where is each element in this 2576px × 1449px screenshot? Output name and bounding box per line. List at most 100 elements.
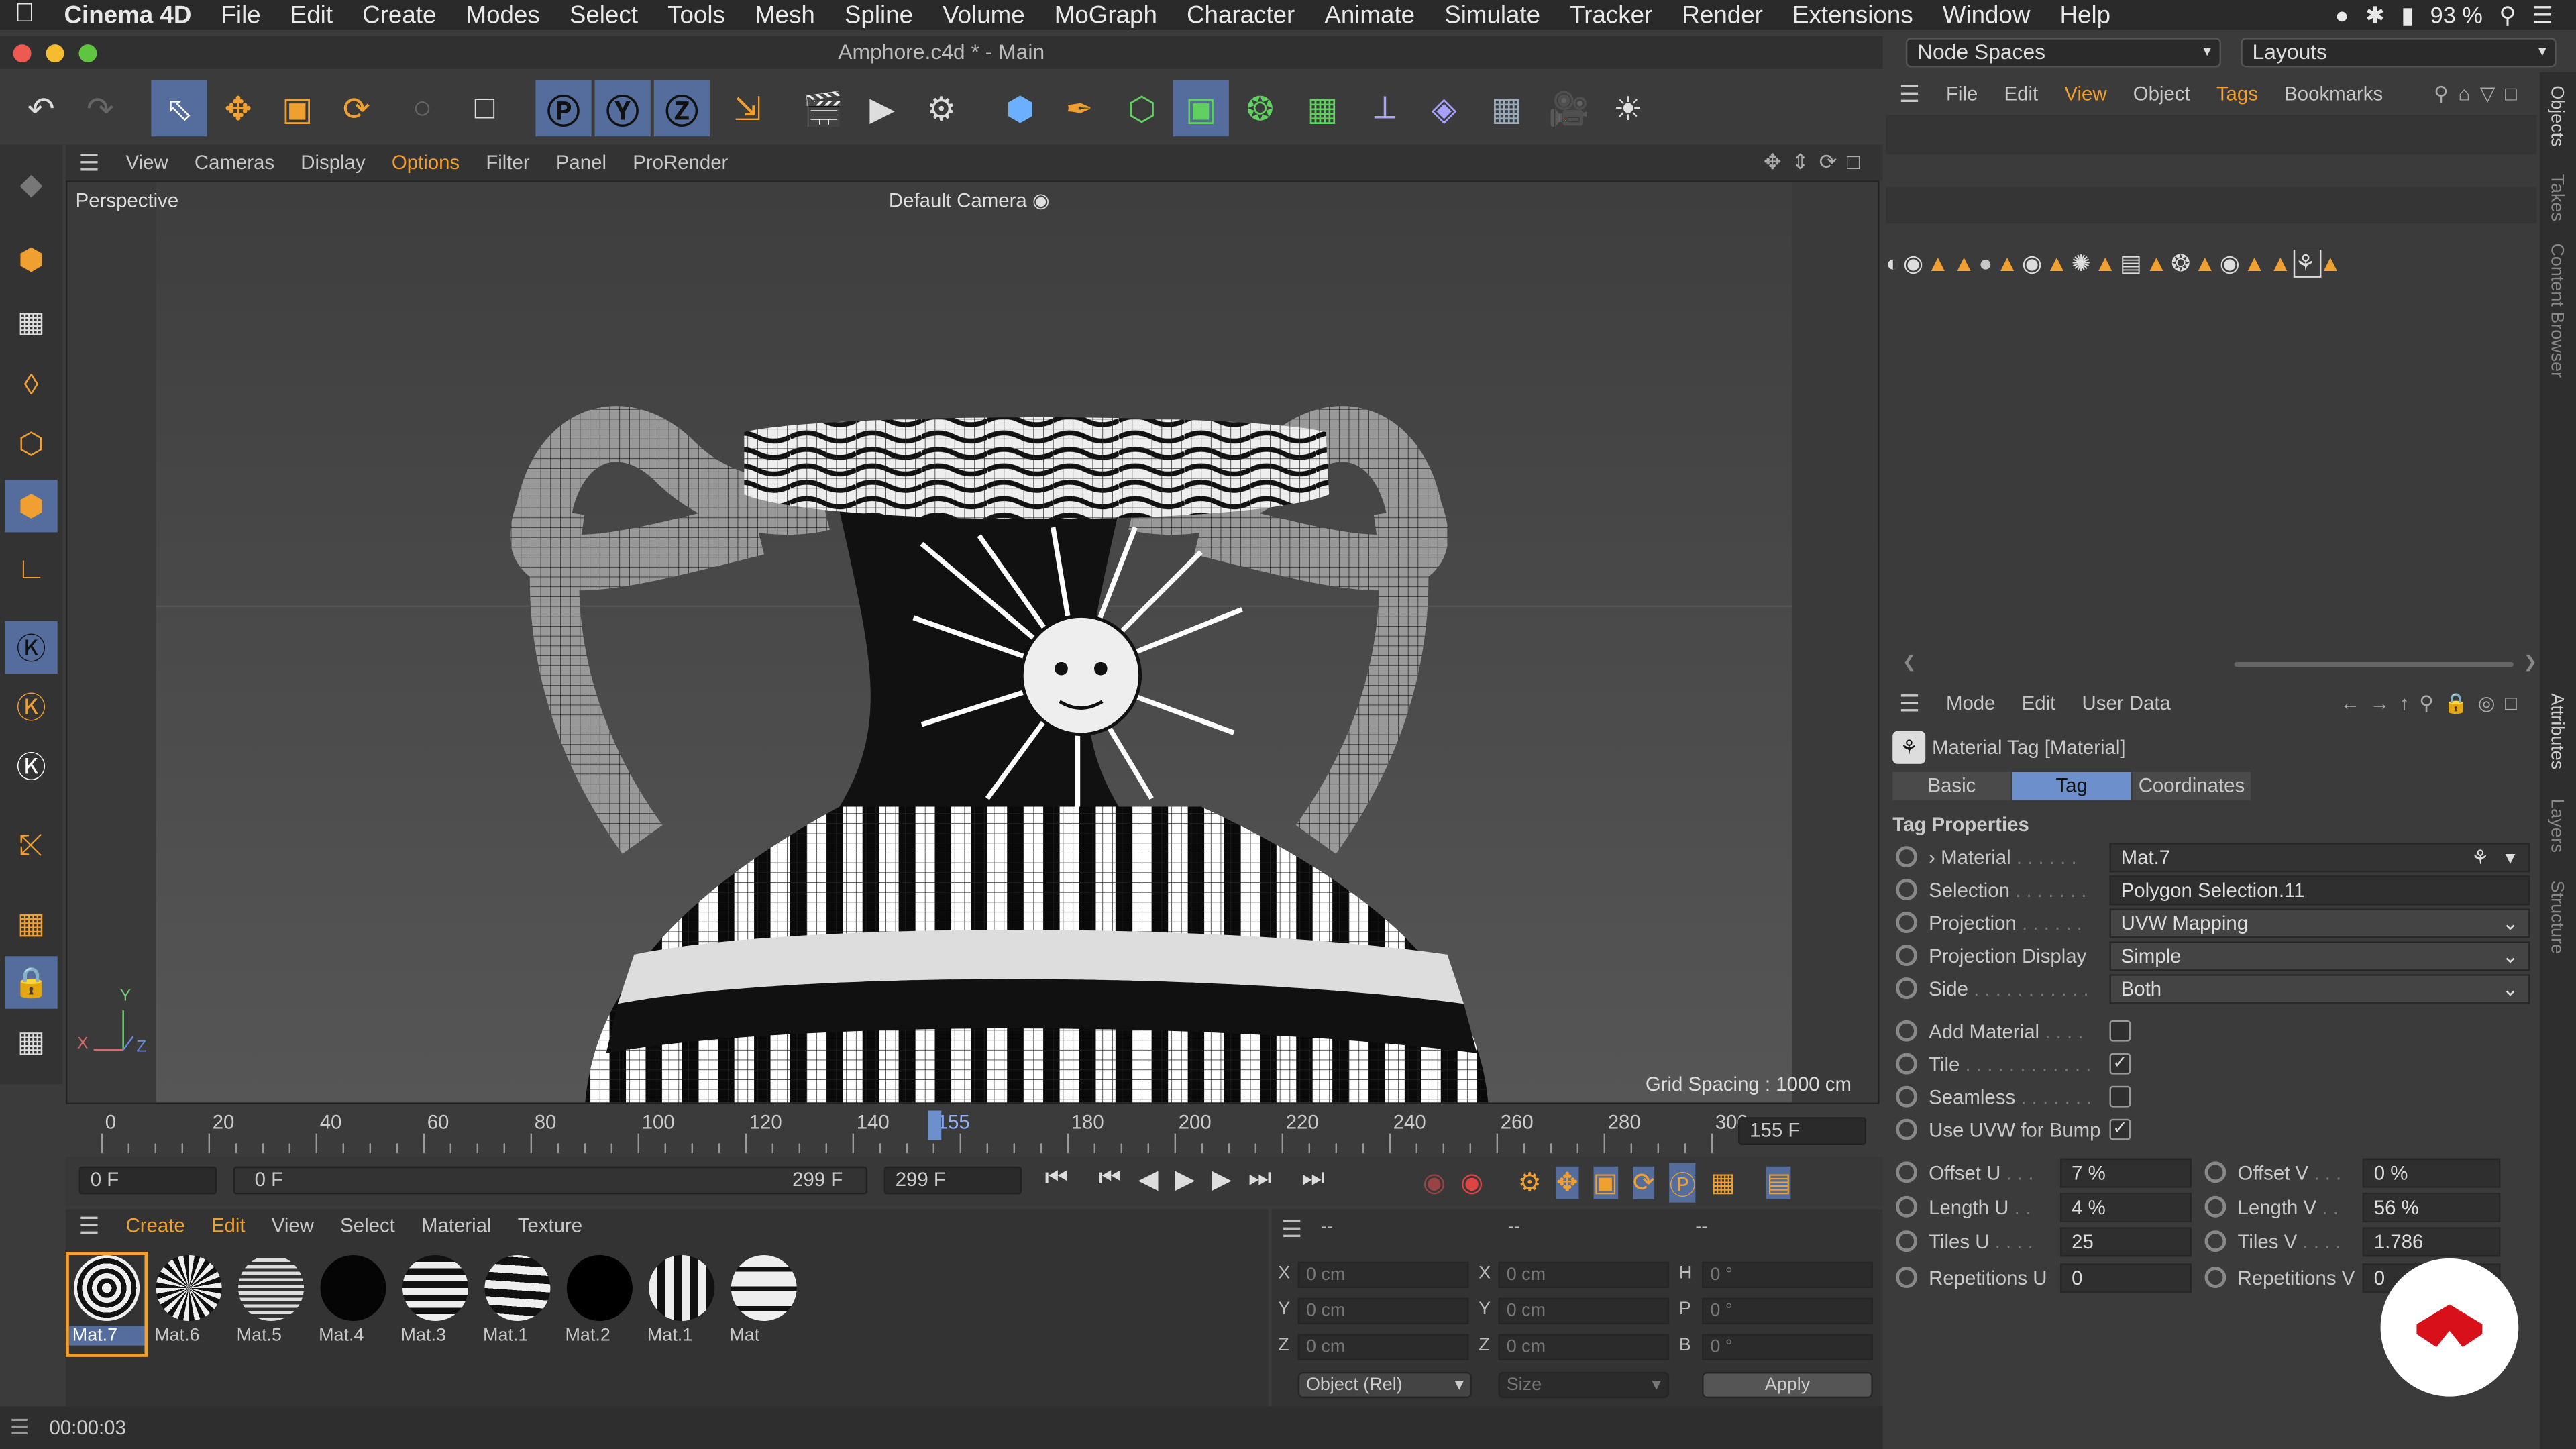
length-v-field[interactable]: 56 % <box>2362 1192 2501 1223</box>
selection-tag-icon[interactable]: ▲ <box>2194 250 2220 276</box>
material-swatch[interactable]: Mat.6 <box>151 1255 227 1354</box>
snap-settings-icon[interactable]: Ⓚ <box>5 680 57 733</box>
animate-toggle-icon[interactable] <box>1896 1118 1917 1140</box>
material-tag-icon[interactable]: ▤ <box>2120 250 2145 276</box>
viewport-menu-filter[interactable]: Filter <box>473 145 543 181</box>
size-y-field[interactable]: 0 cm <box>1498 1297 1670 1324</box>
material-swatch[interactable]: Mat <box>726 1255 802 1354</box>
length-u-field[interactable]: 4 % <box>2060 1192 2192 1223</box>
tile-checkbox[interactable]: ✓ <box>2109 1053 2131 1075</box>
attribute-menu-edit[interactable]: Edit <box>2008 692 2069 714</box>
rep-u-field[interactable]: 0 <box>2060 1263 2192 1293</box>
attribute-nav-icons[interactable]: ←→↑⚲🔒◎□ <box>2341 692 2527 714</box>
selection-field[interactable]: Polygon Selection.11 <box>2109 875 2530 906</box>
rot-b-field[interactable]: 0 ° <box>1702 1334 1873 1360</box>
snap-icon[interactable]: Ⓚ <box>5 621 58 674</box>
side-tab-attributes[interactable]: Attributes <box>2546 693 2566 769</box>
material-tag-icon[interactable]: ✺ <box>2072 250 2094 276</box>
animate-toggle-icon[interactable] <box>1896 879 1917 901</box>
select-tools-icon[interactable]: □ <box>457 80 513 136</box>
material-swatch[interactable]: Mat.1 <box>644 1255 720 1354</box>
object-menu-edit[interactable]: Edit <box>1991 82 2051 105</box>
redo-icon[interactable]: ↷ <box>72 80 128 136</box>
object-menu-object[interactable]: Object <box>2120 82 2203 105</box>
playhead[interactable] <box>928 1110 942 1140</box>
move-icon[interactable]: ✥ <box>210 80 266 136</box>
size-mode-dropdown[interactable]: Size ▾ <box>1498 1371 1670 1399</box>
size-z-field[interactable]: 0 cm <box>1498 1334 1670 1360</box>
material-link-field[interactable]: Mat.7 ⚘ ▾ <box>2109 843 2530 873</box>
material-swatch[interactable]: Mat.3 <box>398 1255 474 1354</box>
material-tag-icon[interactable]: ● <box>1979 250 1996 276</box>
extrude-icon[interactable]: ▣ <box>1173 80 1229 137</box>
viewport-menu-display[interactable]: Display <box>288 145 379 181</box>
menu-tracker[interactable]: Tracker <box>1555 1 1667 29</box>
axis-y-lock-icon[interactable]: Ⓨ <box>594 80 651 137</box>
scroll-left-icon[interactable]: ❮ <box>1902 654 1917 672</box>
layouts-dropdown[interactable]: Layouts ▾ <box>2241 38 2557 68</box>
previous-frame-icon[interactable]: ◀ <box>1138 1163 1159 1196</box>
node-spaces-dropdown[interactable]: Node Spaces ▾ <box>1905 38 2222 68</box>
tiles-u-field[interactable]: 25 <box>2060 1227 2192 1257</box>
key-rotation-icon[interactable]: ⟳ <box>1632 1166 1655 1199</box>
array-icon[interactable]: ▦ <box>1295 80 1350 136</box>
viewport-menu-panel[interactable]: Panel <box>543 145 619 181</box>
side-tab-takes[interactable]: Takes <box>2546 174 2566 221</box>
pos-y-field[interactable]: 0 cm <box>1297 1297 1469 1324</box>
pos-z-field[interactable]: 0 cm <box>1297 1334 1469 1360</box>
selection-tag-icon[interactable]: ▲▲ <box>2243 250 2296 276</box>
selection-tag-icon[interactable]: ▲ <box>2045 250 2072 276</box>
keyframe-selection-icon[interactable]: ⚙ <box>1518 1167 1542 1199</box>
viewport-menu-options[interactable]: Options <box>378 145 472 181</box>
floor-icon[interactable]: ▦ <box>1479 80 1534 136</box>
viewport-menu-prorender[interactable]: ProRender <box>620 145 741 181</box>
minimize-window-button[interactable] <box>46 44 64 63</box>
object-menu-file[interactable]: File <box>1933 82 1991 105</box>
axis-z-lock-icon[interactable]: Ⓩ <box>653 80 710 137</box>
workplane-icon[interactable]: ▦ <box>5 897 57 949</box>
animate-toggle-icon[interactable] <box>1896 912 1917 934</box>
play-icon[interactable]: ▶ <box>1175 1163 1195 1196</box>
material-swatch[interactable]: Mat.1 <box>480 1255 555 1354</box>
quantize-icon[interactable]: Ⓚ <box>5 739 57 792</box>
selection-tag-icon[interactable]: ▲ <box>2319 250 2345 276</box>
menu-simulate[interactable]: Simulate <box>1430 1 1555 29</box>
material-menu-texture[interactable]: Texture <box>504 1209 596 1242</box>
go-to-start-icon[interactable]: ⏮ <box>1045 1165 1069 1194</box>
animate-toggle-icon[interactable] <box>2204 1230 2226 1252</box>
range-slider[interactable]: 0 F 299 F <box>233 1166 868 1195</box>
key-scale-icon[interactable]: ▣ <box>1593 1166 1618 1199</box>
viewport-menu-view[interactable]: View <box>113 145 181 181</box>
cloner-icon[interactable]: ❂ <box>1232 80 1288 136</box>
menu-edit[interactable]: Edit <box>276 1 347 29</box>
points-mode-icon[interactable]: ◊ <box>5 358 57 411</box>
end-frame-field[interactable]: 299 F <box>883 1166 1022 1195</box>
key-parameter-icon[interactable]: Ⓟ <box>1669 1163 1696 1203</box>
tab-coordinates[interactable]: Coordinates <box>2132 772 2251 800</box>
rot-h-field[interactable]: 0 ° <box>1702 1261 1873 1289</box>
menu-window[interactable]: Window <box>1928 1 2045 29</box>
material-hamburger-icon[interactable]: ☰ <box>66 1209 113 1242</box>
object-toolbar-icons[interactable]: ⚲⌂▽□ <box>2434 82 2526 105</box>
animate-toggle-icon[interactable] <box>1896 846 1917 868</box>
undo-icon[interactable]: ↶ <box>13 80 69 136</box>
floating-logo-badge[interactable] <box>2380 1258 2519 1397</box>
zoom-window-button[interactable] <box>78 44 97 63</box>
material-tag-icon[interactable]: ◉ <box>2220 250 2243 276</box>
pen-spline-icon[interactable]: ✒ <box>1051 80 1107 136</box>
cube-primitive-icon[interactable]: ⬢ <box>992 80 1048 136</box>
selection-tag-icon[interactable]: ▲ <box>2094 250 2120 276</box>
menu-extensions[interactable]: Extensions <box>1778 1 1928 29</box>
magnet-icon[interactable]: ⤪ <box>5 818 57 871</box>
bend-deformer-icon[interactable]: ⟂ <box>1357 80 1413 136</box>
bluetooth-icon[interactable]: ✱ <box>2365 1 2385 29</box>
edges-mode-icon[interactable]: ⬡ <box>5 417 57 470</box>
animate-toggle-icon[interactable] <box>1896 1195 1917 1218</box>
workplane-lock-icon[interactable]: 🔒 <box>5 956 58 1009</box>
side-tab-content-browser[interactable]: Content Browser <box>2546 243 2566 378</box>
seamless-checkbox[interactable] <box>2109 1085 2131 1108</box>
material-tag-icon[interactable]: ◐◉ <box>1886 250 1926 276</box>
horizontal-scrollbar[interactable] <box>2234 661 2514 667</box>
key-pla-icon[interactable]: ▦ <box>1711 1167 1735 1199</box>
material-tag-icon[interactable]: ❂ <box>2171 250 2194 276</box>
